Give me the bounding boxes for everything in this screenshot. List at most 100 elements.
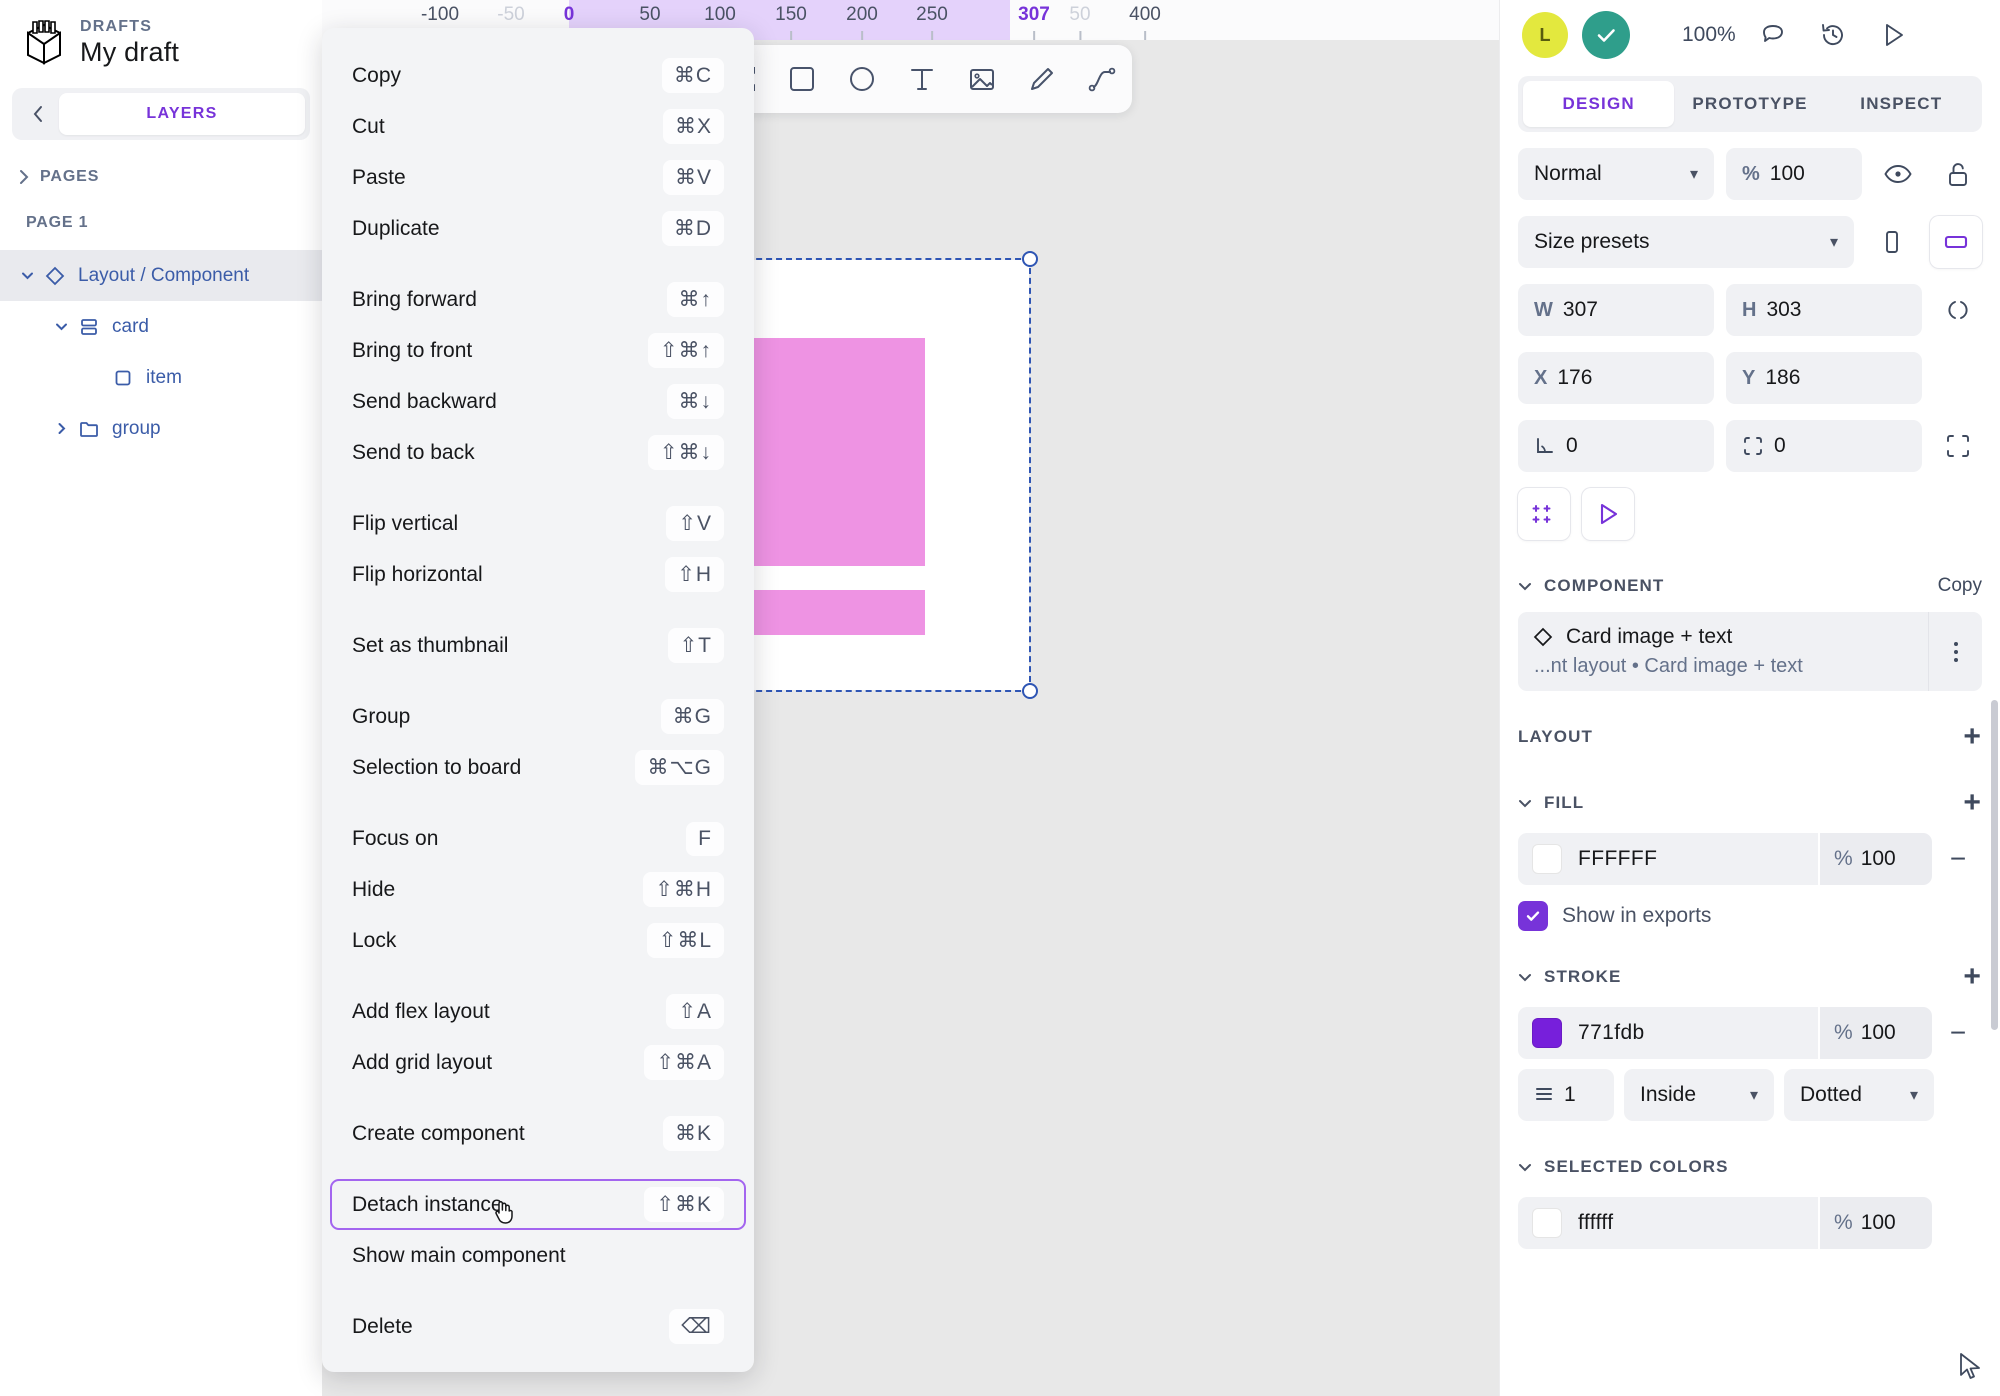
- component-menu-button[interactable]: [1928, 612, 1982, 691]
- menu-item-cut[interactable]: Cut ⌘X: [330, 101, 746, 152]
- remove-fill-button[interactable]: −: [1934, 843, 1982, 875]
- menu-item-send-to-back[interactable]: Send to back ⇧⌘↓: [330, 427, 746, 478]
- path-tool[interactable]: [1077, 54, 1127, 104]
- image-tool[interactable]: [957, 54, 1007, 104]
- stroke-color-swatch[interactable]: [1532, 1018, 1562, 1048]
- menu-item-hide[interactable]: Hide ⇧⌘H: [330, 864, 746, 915]
- add-stroke-button[interactable]: +: [1963, 962, 1982, 992]
- stroke-width-input[interactable]: 1: [1518, 1069, 1614, 1121]
- rectangle-tool[interactable]: [777, 54, 827, 104]
- fill-opacity-input[interactable]: % 100: [1820, 833, 1932, 885]
- collapse-sidebar-button[interactable]: [17, 104, 59, 124]
- layer-row-group[interactable]: group: [0, 403, 322, 454]
- menu-item-focus-on[interactable]: Focus on F: [330, 813, 746, 864]
- menu-item-selection-to-board[interactable]: Selection to board ⌘⌥G: [330, 742, 746, 793]
- component-section-header[interactable]: COMPONENT Copy: [1500, 566, 2000, 606]
- menu-item-bring-to-front[interactable]: Bring to front ⇧⌘↑: [330, 325, 746, 376]
- text-tool[interactable]: [897, 54, 947, 104]
- menu-item-create-component[interactable]: Create component ⌘K: [330, 1108, 746, 1159]
- context-menu[interactable]: Copy ⌘C Cut ⌘X Paste ⌘V Duplicate ⌘D Bring forwa…: [322, 28, 754, 1372]
- width-input[interactable]: W 307: [1518, 284, 1714, 336]
- component-card[interactable]: Card image + text ...nt layout • Card im…: [1518, 612, 1982, 691]
- toggle-visibility-button[interactable]: [1874, 150, 1922, 198]
- menu-item-send-backward[interactable]: Send backward ⌘↓: [330, 376, 746, 427]
- show-in-viewer-button[interactable]: [1582, 488, 1634, 540]
- avatar[interactable]: L: [1522, 12, 1568, 58]
- menu-item-group[interactable]: Group ⌘G: [330, 691, 746, 742]
- history-button[interactable]: [1810, 12, 1856, 58]
- file-name[interactable]: My draft: [80, 37, 179, 68]
- selected-color-field[interactable]: ffffff: [1518, 1197, 1818, 1249]
- menu-item-flip-vertical[interactable]: Flip vertical ⇧V: [330, 498, 746, 549]
- stroke-section-header[interactable]: STROKE +: [1500, 957, 2000, 997]
- stroke-color-field[interactable]: 771fdb: [1518, 1007, 1818, 1059]
- pages-section-header[interactable]: PAGES: [0, 140, 322, 186]
- menu-item-duplicate[interactable]: Duplicate ⌘D: [330, 203, 746, 254]
- tab-inspect[interactable]: INSPECT: [1826, 81, 1977, 127]
- tab-design[interactable]: DESIGN: [1523, 81, 1675, 127]
- menu-item-detach-instance[interactable]: Detach instance ⇧⌘K: [330, 1179, 746, 1230]
- menu-item-label: Cut: [352, 114, 385, 138]
- present-button[interactable]: [1870, 12, 1916, 58]
- toggle-lock-button[interactable]: [1934, 150, 1982, 198]
- tab-prototype[interactable]: PROTOTYPE: [1674, 81, 1825, 127]
- chevron-right-icon[interactable]: [48, 421, 74, 436]
- ellipse-tool[interactable]: [837, 54, 887, 104]
- show-in-exports-checkbox[interactable]: [1518, 901, 1548, 931]
- comments-button[interactable]: [1750, 12, 1796, 58]
- right-panel-scrollbar[interactable]: [1991, 700, 1998, 1030]
- selected-color-swatch[interactable]: [1532, 1208, 1562, 1238]
- selected-colors-section-header[interactable]: SELECTED COLORS: [1500, 1147, 2000, 1187]
- orientation-landscape-button[interactable]: [1930, 216, 1982, 268]
- show-in-exports-row: Show in exports: [1500, 901, 2000, 931]
- layer-row-card[interactable]: card: [0, 301, 322, 352]
- fill-title: FILL: [1544, 793, 1585, 812]
- lock-proportion-button[interactable]: [1934, 286, 1982, 334]
- opacity-input[interactable]: % 100: [1726, 148, 1862, 200]
- menu-item-bring-forward[interactable]: Bring forward ⌘↑: [330, 274, 746, 325]
- selected-color-opacity[interactable]: % 100: [1820, 1197, 1932, 1249]
- menu-item-lock[interactable]: Lock ⇧⌘L: [330, 915, 746, 966]
- menu-item-copy[interactable]: Copy ⌘C: [330, 50, 746, 101]
- rotation-input[interactable]: 0: [1518, 420, 1714, 472]
- chevron-down-icon[interactable]: [14, 268, 40, 283]
- remove-stroke-button[interactable]: −: [1934, 1017, 1982, 1049]
- add-fill-button[interactable]: +: [1963, 788, 1982, 818]
- ruler-tick-label: 400: [1129, 4, 1161, 25]
- pencil-tool[interactable]: [1017, 54, 1067, 104]
- menu-item-add-flex-layout[interactable]: Add flex layout ⇧A: [330, 986, 746, 1037]
- orientation-portrait-button[interactable]: [1866, 216, 1918, 268]
- clip-content-button[interactable]: [1518, 488, 1570, 540]
- menu-item-flip-horizontal[interactable]: Flip horizontal ⇧H: [330, 549, 746, 600]
- fill-color-field[interactable]: FFFFFF: [1518, 833, 1818, 885]
- stroke-opacity-input[interactable]: % 100: [1820, 1007, 1932, 1059]
- penpot-logo-icon[interactable]: [22, 19, 66, 67]
- component-copy-button[interactable]: Copy: [1938, 575, 1982, 597]
- chevron-down-icon[interactable]: [48, 319, 74, 334]
- radius-multiple-button[interactable]: [1934, 422, 1982, 470]
- menu-item-set-as-thumbnail[interactable]: Set as thumbnail ⇧T: [330, 620, 746, 671]
- y-input[interactable]: Y 186: [1726, 352, 1922, 404]
- fill-section-header[interactable]: FILL +: [1500, 783, 2000, 823]
- page-item-page1[interactable]: PAGE 1: [0, 186, 322, 250]
- workspace-label[interactable]: DRAFTS: [80, 18, 179, 36]
- menu-item-label: Focus on: [352, 826, 439, 850]
- menu-item-show-main-component[interactable]: Show main component: [330, 1230, 746, 1281]
- tab-layers[interactable]: LAYERS: [59, 93, 305, 135]
- fill-color-swatch[interactable]: [1532, 844, 1562, 874]
- layer-row-item[interactable]: item: [0, 352, 322, 403]
- layer-row-layout-component[interactable]: Layout / Component: [0, 250, 322, 301]
- x-input[interactable]: X 176: [1518, 352, 1714, 404]
- stroke-style-select[interactable]: Dotted ▾: [1784, 1069, 1934, 1121]
- menu-item-paste[interactable]: Paste ⌘V: [330, 152, 746, 203]
- add-layout-button[interactable]: +: [1963, 722, 1982, 752]
- stroke-alignment-select[interactable]: Inside ▾: [1624, 1069, 1774, 1121]
- zoom-level[interactable]: 100%: [1682, 23, 1736, 47]
- radius-input[interactable]: 0: [1726, 420, 1922, 472]
- size-presets-select[interactable]: Size presets ▾: [1518, 216, 1854, 268]
- height-input[interactable]: H 303: [1726, 284, 1922, 336]
- menu-item-add-grid-layout[interactable]: Add grid layout ⇧⌘A: [330, 1037, 746, 1088]
- stroke-color-hex: 771fdb: [1578, 1021, 1645, 1044]
- blend-mode-select[interactable]: Normal ▾: [1518, 148, 1714, 200]
- menu-item-delete[interactable]: Delete ⌫: [330, 1301, 746, 1352]
